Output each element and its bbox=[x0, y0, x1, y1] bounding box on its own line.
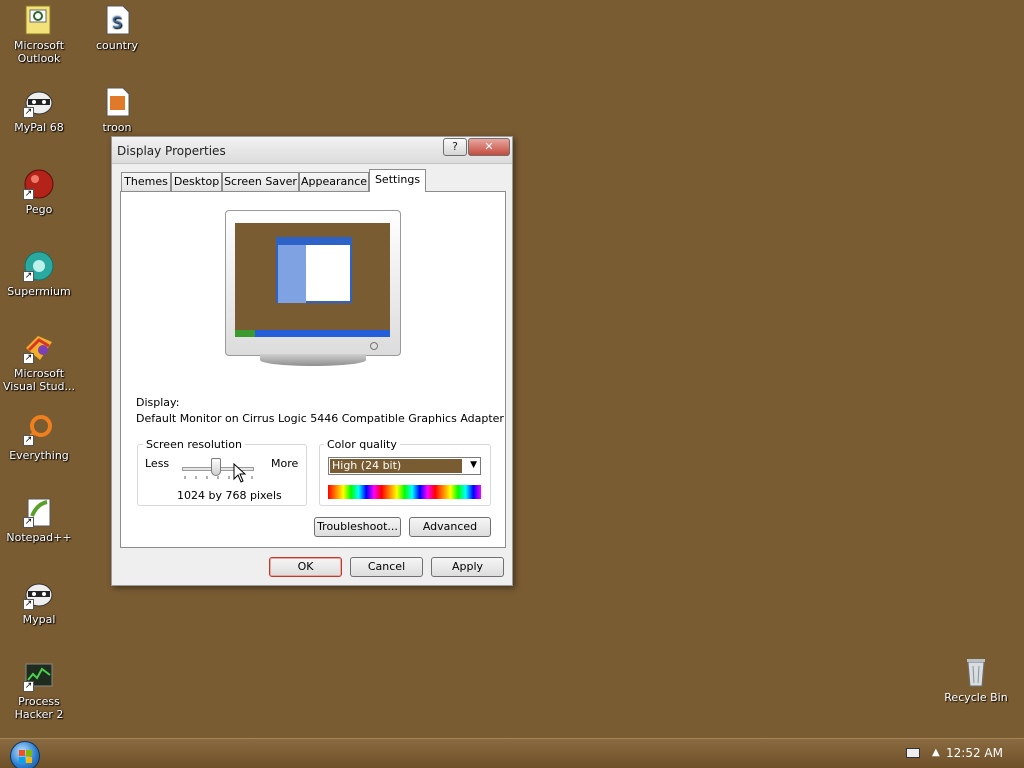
mypal-raccoon-icon: ↗ bbox=[23, 86, 55, 118]
display-properties-dialog: Display Properties ? ✕ Themes Desktop Sc… bbox=[111, 136, 513, 586]
apply-button[interactable]: Apply bbox=[431, 557, 504, 577]
desktop-icon-label: Pego bbox=[25, 203, 53, 216]
desktop-icon-label: Notepad++ bbox=[6, 531, 72, 544]
outlook-icon bbox=[23, 4, 55, 36]
desktop-icon-label: Mypal bbox=[22, 613, 56, 626]
slider-more-label: More bbox=[271, 457, 299, 470]
color-quality-title: Color quality bbox=[324, 438, 400, 451]
shortcut-arrow-icon: ↗ bbox=[23, 599, 34, 610]
monitor-preview bbox=[225, 210, 401, 368]
tab-desktop[interactable]: Desktop bbox=[171, 172, 222, 191]
notepadpp-icon: ↗ bbox=[23, 496, 55, 528]
cancel-button[interactable]: Cancel bbox=[350, 557, 423, 577]
resolution-slider-thumb[interactable] bbox=[211, 458, 221, 476]
desktop-icon-label: Supermium bbox=[7, 285, 71, 298]
screen-resolution-title: Screen resolution bbox=[143, 438, 245, 451]
desktop-icon-label: Everything bbox=[9, 449, 69, 462]
monitor-stand bbox=[260, 354, 366, 366]
dialog-titlebar[interactable]: Display Properties ? ✕ bbox=[112, 137, 512, 164]
desktop-icon-pego[interactable]: ↗ Pego bbox=[1, 168, 77, 216]
shortcut-arrow-icon: ↗ bbox=[23, 271, 34, 282]
shortcut-arrow-icon: ↗ bbox=[23, 353, 34, 364]
desktop-icon-supermium[interactable]: ↗ Supermium bbox=[1, 250, 77, 298]
system-tray: ▲ 12:52 AM bbox=[904, 739, 1024, 768]
desktop-icon-label: Process Hacker 2 bbox=[14, 695, 64, 721]
desktop-icon-microsoft-outlook[interactable]: Microsoft Outlook bbox=[1, 4, 77, 65]
color-spectrum-bar bbox=[328, 485, 481, 499]
display-adapter-text: Default Monitor on Cirrus Logic 5446 Com… bbox=[136, 412, 504, 425]
windows-flag-icon bbox=[19, 750, 32, 763]
desktop-icon-process-hacker-2[interactable]: ↗ Process Hacker 2 bbox=[1, 660, 77, 721]
svg-text:S: S bbox=[112, 13, 122, 32]
visual-studio-icon: ↗ bbox=[23, 332, 55, 364]
desktop-icon-label: MyPal 68 bbox=[14, 121, 64, 134]
ok-button[interactable]: OK bbox=[269, 557, 342, 577]
desktop-icon-mypal-68[interactable]: ↗ MyPal 68 bbox=[1, 86, 77, 134]
desktop-icon-microsoft-visual-studio[interactable]: ↗ Microsoft Visual Stud... bbox=[1, 332, 77, 393]
slider-less-label: Less bbox=[145, 457, 170, 470]
image-file-icon bbox=[101, 86, 133, 118]
script-file-icon: S bbox=[101, 4, 133, 36]
supermium-icon: ↗ bbox=[23, 250, 55, 282]
desktop-icon-notepadpp[interactable]: ↗ Notepad++ bbox=[1, 496, 77, 544]
process-hacker-icon: ↗ bbox=[23, 660, 55, 692]
screen-resolution-group: Screen resolution Less More 1024 by 768 … bbox=[137, 438, 307, 506]
windows-orb-icon[interactable] bbox=[10, 741, 40, 768]
desktop-icon-country[interactable]: S country bbox=[79, 4, 155, 52]
mypal-raccoon-icon: ↗ bbox=[23, 578, 55, 610]
display-label: Display: bbox=[136, 396, 180, 409]
color-quality-value: High (24 bit) bbox=[330, 459, 462, 473]
clock[interactable]: 12:52 AM bbox=[946, 746, 1003, 760]
shortcut-arrow-icon: ↗ bbox=[23, 681, 34, 692]
desktop-icon-mypal[interactable]: ↗ Mypal bbox=[1, 578, 77, 626]
monitor-bezel bbox=[225, 210, 401, 356]
keyboard-icon[interactable] bbox=[906, 748, 920, 758]
shortcut-arrow-icon: ↗ bbox=[23, 517, 34, 528]
advanced-button[interactable]: Advanced bbox=[409, 517, 491, 537]
shortcut-arrow-icon: ↗ bbox=[23, 107, 34, 118]
everything-search-icon: ↗ bbox=[23, 414, 55, 446]
pego-red-ball-icon: ↗ bbox=[23, 168, 55, 200]
settings-panel: Display: Default Monitor on Cirrus Logic… bbox=[120, 191, 506, 548]
taskbar: ▲ 12:52 AM bbox=[0, 738, 1024, 768]
tab-themes[interactable]: Themes bbox=[121, 172, 171, 191]
help-button[interactable]: ? bbox=[443, 138, 467, 156]
preview-window bbox=[276, 237, 352, 303]
desktop-icon-label: troon bbox=[102, 121, 132, 134]
tab-appearance[interactable]: Appearance bbox=[299, 172, 369, 191]
tray-expand-icon[interactable]: ▲ bbox=[932, 747, 940, 758]
monitor-power-light bbox=[370, 342, 378, 350]
desktop-icon-label: Recycle Bin bbox=[944, 691, 1008, 704]
preview-start-button bbox=[235, 330, 255, 337]
dialog-title: Display Properties bbox=[117, 144, 226, 158]
close-button[interactable]: ✕ bbox=[468, 138, 510, 156]
shortcut-arrow-icon: ↗ bbox=[23, 189, 34, 200]
resolution-value: 1024 by 768 pixels bbox=[177, 489, 282, 502]
desktop-icon-troon[interactable]: troon bbox=[79, 86, 155, 134]
desktop-icon-label: Microsoft Visual Stud... bbox=[2, 367, 76, 393]
troubleshoot-button[interactable]: Troubleshoot... bbox=[314, 517, 401, 537]
color-quality-group: Color quality High (24 bit) ▼ bbox=[319, 438, 491, 506]
chevron-down-icon[interactable]: ▼ bbox=[470, 460, 477, 470]
tab-settings[interactable]: Settings bbox=[369, 169, 426, 192]
tab-screen-saver[interactable]: Screen Saver bbox=[222, 172, 299, 191]
preview-taskbar bbox=[235, 330, 390, 337]
desktop-icon-everything[interactable]: ↗ Everything bbox=[1, 414, 77, 462]
color-quality-select[interactable]: High (24 bit) ▼ bbox=[328, 457, 481, 475]
desktop-icon-label: Microsoft Outlook bbox=[13, 39, 65, 65]
desktop-icon-recycle-bin[interactable]: Recycle Bin bbox=[942, 656, 1010, 704]
recycle-bin-icon bbox=[960, 656, 992, 688]
shortcut-arrow-icon: ↗ bbox=[23, 435, 34, 446]
monitor-screen-preview bbox=[235, 223, 390, 337]
desktop-icon-label: country bbox=[95, 39, 139, 52]
